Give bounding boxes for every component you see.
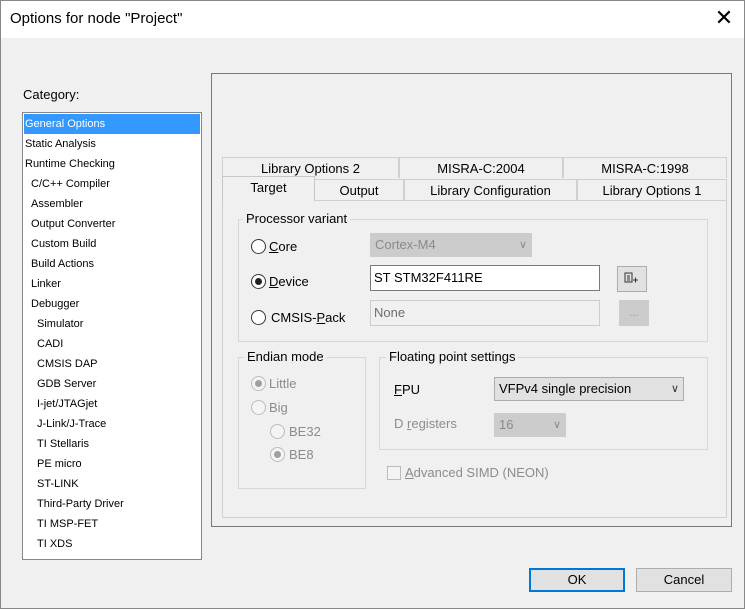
chevron-down-icon: ∨ xyxy=(670,383,679,395)
cmsis-pack-field[interactable]: None xyxy=(370,300,600,326)
category-item-cadi[interactable]: CADI xyxy=(24,334,200,354)
category-item-gdb-server[interactable]: GDB Server xyxy=(24,374,200,394)
cancel-button[interactable]: Cancel xyxy=(636,568,732,592)
category-item-third-party-driver[interactable]: Third-Party Driver xyxy=(24,494,200,514)
category-item-assembler[interactable]: Assembler xyxy=(24,194,200,214)
tab-target[interactable]: Target xyxy=(222,176,315,201)
chevron-down-icon: ∨ xyxy=(552,419,561,431)
category-item-ti-stellaris[interactable]: TI Stellaris xyxy=(24,434,200,454)
category-item-output-converter[interactable]: Output Converter xyxy=(24,214,200,234)
tab-output[interactable]: Output xyxy=(314,179,404,200)
device-radio[interactable] xyxy=(251,274,266,289)
processor-variant-title: Processor variant xyxy=(243,211,351,226)
tab-misra-c-1998[interactable]: MISRA-C:1998 xyxy=(563,157,727,178)
category-item-ti-xds[interactable]: TI XDS xyxy=(24,534,200,554)
fpu-label: FPU xyxy=(394,382,421,397)
category-item-i-jet[interactable]: I-jet/JTAGjet xyxy=(24,394,200,414)
fpu-select[interactable]: VFPv4 single precision ∨ xyxy=(494,377,684,401)
cmsis-browse-button[interactable]: ... xyxy=(619,300,649,326)
tab-misra-c-2004[interactable]: MISRA-C:2004 xyxy=(399,157,563,178)
tab-library-configuration[interactable]: Library Configuration xyxy=(404,179,577,200)
close-icon[interactable]: ✕ xyxy=(712,4,736,32)
core-radio[interactable] xyxy=(251,239,266,254)
device-select-icon xyxy=(624,272,638,283)
be32-label: BE32 xyxy=(289,424,321,439)
tab-library-options-2[interactable]: Library Options 2 xyxy=(222,157,399,178)
be32-radio[interactable] xyxy=(270,424,285,439)
cmsis-pack-label: CMSIS-Pack xyxy=(271,310,346,325)
category-label: Category: xyxy=(23,87,80,102)
ok-button[interactable]: OK xyxy=(529,568,625,592)
big-endian-radio[interactable] xyxy=(251,400,266,415)
core-select[interactable]: Cortex-M4 ∨ xyxy=(370,233,532,257)
category-item-simulator[interactable]: Simulator xyxy=(24,314,200,334)
chevron-down-icon: ∨ xyxy=(518,239,527,251)
device-label: Device xyxy=(269,274,309,289)
category-item-custom-build[interactable]: Custom Build xyxy=(24,234,200,254)
device-field[interactable]: ST STM32F411RE xyxy=(370,265,600,291)
advanced-simd-checkbox[interactable] xyxy=(387,466,401,480)
device-select-button[interactable] xyxy=(617,266,647,292)
be8-label: BE8 xyxy=(289,447,314,462)
window-title: Options for node "Project" xyxy=(10,10,183,27)
cmsis-pack-radio[interactable] xyxy=(251,310,266,325)
advanced-simd-label: Advanced SIMD (NEON) xyxy=(405,465,549,480)
d-registers-select[interactable]: 16 ∨ xyxy=(494,413,566,437)
category-item-st-link[interactable]: ST-LINK xyxy=(24,474,200,494)
d-registers-label: D registers xyxy=(394,416,457,431)
category-item-debugger[interactable]: Debugger xyxy=(24,294,200,314)
little-endian-radio[interactable] xyxy=(251,376,266,391)
tab-library-options-1[interactable]: Library Options 1 xyxy=(577,179,727,200)
core-label: Core xyxy=(269,239,298,254)
endian-mode-title: Endian mode xyxy=(244,349,327,364)
category-item-linker[interactable]: Linker xyxy=(24,274,200,294)
be8-radio[interactable] xyxy=(270,447,285,462)
category-item-pe-micro[interactable]: PE micro xyxy=(24,454,200,474)
floating-point-title: Floating point settings xyxy=(386,349,519,364)
category-item-cmsis-dap[interactable]: CMSIS DAP xyxy=(24,354,200,374)
category-list[interactable]: General Options Static Analysis Runtime … xyxy=(22,112,202,560)
category-item-build-actions[interactable]: Build Actions xyxy=(24,254,200,274)
category-item-static-analysis[interactable]: Static Analysis xyxy=(24,134,200,154)
little-endian-label: Little xyxy=(269,376,297,391)
category-item-c-cpp-compiler[interactable]: C/C++ Compiler xyxy=(24,174,200,194)
category-item-runtime-checking[interactable]: Runtime Checking xyxy=(24,154,200,174)
category-item-general-options[interactable]: General Options xyxy=(24,114,200,134)
big-endian-label: Big xyxy=(269,400,288,415)
category-item-ti-msp-fet[interactable]: TI MSP-FET xyxy=(24,514,200,534)
category-item-j-link[interactable]: J-Link/J-Trace xyxy=(24,414,200,434)
